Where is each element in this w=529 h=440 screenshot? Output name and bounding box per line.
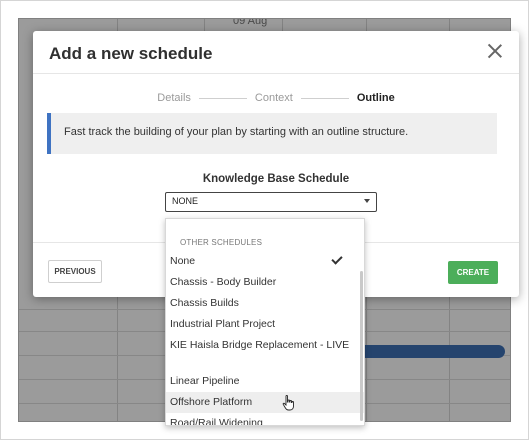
modal-header: Add a new schedule: [33, 31, 519, 71]
option-label: Chassis - Body Builder: [170, 276, 277, 288]
schedule-dropdown-list[interactable]: OTHER SCHEDULES None Chassis - Body Buil…: [165, 218, 365, 426]
option-label: Industrial Plant Project: [170, 318, 276, 330]
option-linear-pipeline[interactable]: Linear Pipeline: [166, 371, 364, 392]
option-label: Road/Rail Widening: [170, 417, 263, 426]
option-label: None: [170, 255, 196, 267]
option-chassis-body-builder[interactable]: Chassis - Body Builder: [166, 272, 364, 293]
step-details[interactable]: Details: [157, 92, 191, 104]
modal-title: Add a new schedule: [49, 44, 213, 63]
option-kie-haisla-bridge[interactable]: KIE Haisla Bridge Replacement - LIVE: [166, 335, 364, 371]
option-label: Offshore Platform: [170, 396, 253, 408]
dropdown-scrollbar[interactable]: [360, 271, 363, 421]
select-value: NONE: [172, 196, 199, 206]
dropdown-group-label: OTHER SCHEDULES: [180, 238, 263, 247]
step-context[interactable]: Context: [255, 92, 293, 104]
option-chassis-builds[interactable]: Chassis Builds: [166, 293, 364, 314]
hand-pointer-icon: [282, 395, 294, 411]
header-divider: [33, 73, 519, 74]
option-offshore-platform[interactable]: Offshore Platform: [166, 392, 364, 413]
knowledge-base-label: Knowledge Base Schedule: [202, 173, 350, 185]
option-road-rail-widening[interactable]: Road/Rail Widening: [166, 413, 364, 426]
knowledge-base-select[interactable]: NONE: [165, 192, 377, 212]
option-industrial-plant-project[interactable]: Industrial Plant Project: [166, 314, 364, 335]
close-icon[interactable]: [485, 41, 505, 61]
option-label: Linear Pipeline: [170, 375, 240, 387]
wizard-steps: Details Context Outline: [33, 92, 519, 104]
step-connector: [300, 97, 349, 99]
info-callout: Fast track the building of your plan by …: [47, 113, 497, 154]
step-connector: [198, 97, 247, 99]
option-label: Chassis Builds: [170, 297, 239, 309]
caret-down-icon: [364, 199, 370, 203]
option-label: KIE Haisla Bridge Replacement - LIVE: [170, 339, 350, 351]
step-outline[interactable]: Outline: [357, 92, 395, 104]
option-none[interactable]: None: [166, 251, 364, 272]
create-button[interactable]: CREATE: [448, 261, 498, 284]
checkmark-icon: [331, 253, 343, 265]
previous-button[interactable]: PREVIOUS: [48, 260, 102, 283]
